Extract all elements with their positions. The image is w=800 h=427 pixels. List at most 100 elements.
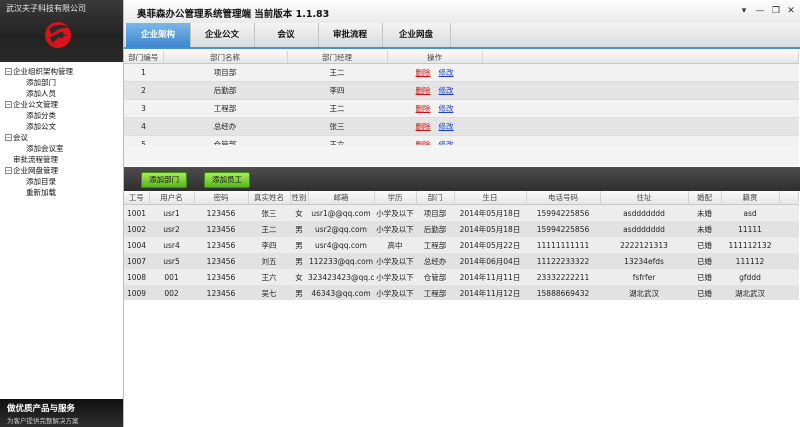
- tab-bar: 企业架构 企业公文 会议 审批流程 企业网盘: [124, 23, 800, 49]
- table-cell: 2014年11月12日: [454, 285, 526, 301]
- tab-documents[interactable]: 企业公文: [190, 23, 255, 47]
- delete-link[interactable]: 删除: [416, 68, 431, 77]
- restore-icon[interactable]: ❐: [770, 5, 782, 17]
- column-header[interactable]: 电话号码: [526, 191, 601, 205]
- table-cell: 小学及以下: [374, 204, 416, 221]
- column-header[interactable]: 住址: [600, 191, 689, 205]
- sidebar: 武汉夫子科技有限公司 − 企业组织架构管理 添加部门 添加人员 − 企业公文管理 添加分类添…: [0, 0, 124, 427]
- dept-actions-cell: 删除修改: [387, 81, 482, 100]
- table-cell: 仓管部: [416, 269, 454, 285]
- row-filler: [779, 285, 799, 301]
- app-title: 奥菲森办公管理系统管理端 当前版本 1.1.83: [137, 9, 330, 20]
- add-department-button[interactable]: 添加部门: [141, 172, 187, 188]
- table-row[interactable]: 3 工程部 王二 删除 修改: [124, 99, 799, 118]
- edit-link[interactable]: 修改: [439, 104, 454, 113]
- column-header[interactable]: 部门: [416, 191, 455, 205]
- table-row[interactable]: 4 总经办 张三 删除 修改: [124, 117, 799, 136]
- tree-item[interactable]: 添加会议室: [0, 143, 123, 154]
- close-icon[interactable]: ✕: [785, 5, 797, 17]
- employee-table-empty-area: [124, 300, 799, 427]
- table-row[interactable]: 1009 002 123456 吴七男 46343@qq.com 小学及以下 工程部 2014…: [124, 285, 799, 301]
- table-cell: 吴七: [248, 285, 290, 301]
- table-row[interactable]: 1001 usr1 123456 张三女 usr1@@qq.com 小学及以下 项目部 201…: [124, 204, 799, 221]
- table-cell: 2014年06月04日: [454, 253, 526, 269]
- table-cell: 23332222211: [526, 269, 600, 285]
- column-header[interactable]: 学历: [374, 191, 417, 205]
- delete-link[interactable]: 删除: [416, 104, 431, 113]
- column-header[interactable]: 工号: [124, 191, 150, 205]
- tree-label: 添加目录: [26, 177, 56, 186]
- tree-group[interactable]: 审批流程管理: [0, 154, 123, 165]
- table-row[interactable]: 1 项目部 王二 删除 修改: [124, 63, 799, 82]
- table-cell: 46343@qq.com: [308, 285, 374, 301]
- table-cell: usr2@qq.com: [308, 221, 374, 237]
- tab-meetings[interactable]: 会议: [254, 23, 319, 47]
- row-filler: [482, 63, 799, 82]
- table-row[interactable]: 1002 usr2 123456 王二男 usr2@qq.com 小学及以下 后勤部 2014…: [124, 221, 799, 237]
- column-header[interactable]: 邮箱: [308, 191, 375, 205]
- collapse-toggle-icon[interactable]: −: [5, 101, 12, 108]
- table-cell: 张三: [248, 204, 290, 221]
- column-header[interactable]: 生日: [454, 191, 527, 205]
- table-row[interactable]: 2 后勤部 李四 删除 修改: [124, 81, 799, 100]
- tree-group[interactable]: − 企业组织架构管理: [0, 66, 123, 77]
- table-cell: 123456: [194, 237, 248, 253]
- table-cell: 王六: [248, 269, 290, 285]
- tab-netdisk[interactable]: 企业网盘: [382, 23, 451, 47]
- column-header[interactable]: 密码: [194, 191, 249, 205]
- table-cell: 小学及以下: [374, 221, 416, 237]
- table-row[interactable]: 1008001123456王六女323423423@qq.com小学及以下仓管部…: [124, 269, 799, 285]
- collapse-toggle-icon[interactable]: −: [5, 68, 12, 75]
- column-header[interactable]: 婚配: [688, 191, 722, 205]
- table-cell: 1009: [124, 285, 149, 301]
- action-toolbar: 添加部门 添加员工: [124, 167, 800, 191]
- tree-group[interactable]: − 企业公文管理: [0, 99, 123, 110]
- table-cell: 未婚: [688, 204, 721, 221]
- column-header[interactable]: 用户名: [149, 191, 195, 205]
- column-header[interactable]: 部门名称: [163, 51, 288, 64]
- column-header[interactable]: 真实姓名: [248, 191, 291, 205]
- collapse-toggle-icon[interactable]: −: [5, 134, 12, 141]
- table-cell: 1008: [124, 269, 149, 285]
- column-header[interactable]: 性别: [290, 191, 309, 205]
- column-header[interactable]: 操作: [387, 51, 483, 64]
- tree-label: 添加会议室: [26, 144, 64, 153]
- delete-link[interactable]: 删除: [416, 86, 431, 95]
- column-header[interactable]: 部门编号: [124, 51, 164, 64]
- edit-link[interactable]: 修改: [439, 86, 454, 95]
- tree-group[interactable]: − 企业网盘管理: [0, 165, 123, 176]
- tab-org-structure[interactable]: 企业架构: [126, 23, 191, 47]
- table-row[interactable]: 1007 usr5 123456 刘五男 112233@qq.com 小学及以下 总经办 20…: [124, 253, 799, 269]
- tree-item[interactable]: 添加目录: [0, 176, 123, 187]
- table-cell: usr1: [149, 204, 194, 221]
- tree-item[interactable]: 添加分类: [0, 110, 123, 121]
- column-header[interactable]: 籍贯: [721, 191, 780, 205]
- collapse-toggle-icon[interactable]: −: [5, 167, 12, 174]
- table-cell: 高中: [374, 237, 416, 253]
- minimize-icon[interactable]: —: [754, 5, 766, 17]
- tree-item[interactable]: 重新加载: [0, 187, 123, 198]
- tree-item[interactable]: 添加部门: [0, 77, 123, 88]
- table-row[interactable]: 1004 usr4 123456 李四男 usr4@qq.com 高中 工程部 2014年05…: [124, 237, 799, 253]
- table-cell: 002: [149, 285, 194, 301]
- edit-link[interactable]: 修改: [439, 68, 454, 77]
- dept-actions-cell: 删除修改: [387, 99, 482, 118]
- tree-group[interactable]: − 会议: [0, 132, 123, 143]
- edit-link[interactable]: 修改: [439, 122, 454, 131]
- tab-approval[interactable]: 审批流程: [318, 23, 383, 47]
- row-filler: [482, 99, 799, 118]
- table-cell: 1007: [124, 253, 149, 269]
- tree-item[interactable]: 添加人员: [0, 88, 123, 99]
- table-cell: 2222121313: [600, 237, 688, 253]
- tree-label: 添加人员: [26, 89, 56, 98]
- table-cell: 小学及以下: [374, 285, 416, 301]
- delete-link[interactable]: 删除: [416, 122, 431, 131]
- menu-dropdown-icon[interactable]: ▾: [738, 5, 750, 17]
- title-bar: 奥菲森办公管理系统管理端 当前版本 1.1.83 ▾ — ❐ ✕: [124, 0, 800, 24]
- column-header[interactable]: 部门经理: [287, 51, 388, 64]
- table-cell: 11111: [721, 221, 779, 237]
- tree-item[interactable]: 添加公文: [0, 121, 123, 132]
- row-filler: [779, 269, 799, 285]
- table-cell: 男: [290, 285, 308, 301]
- add-employee-button[interactable]: 添加员工: [204, 172, 250, 188]
